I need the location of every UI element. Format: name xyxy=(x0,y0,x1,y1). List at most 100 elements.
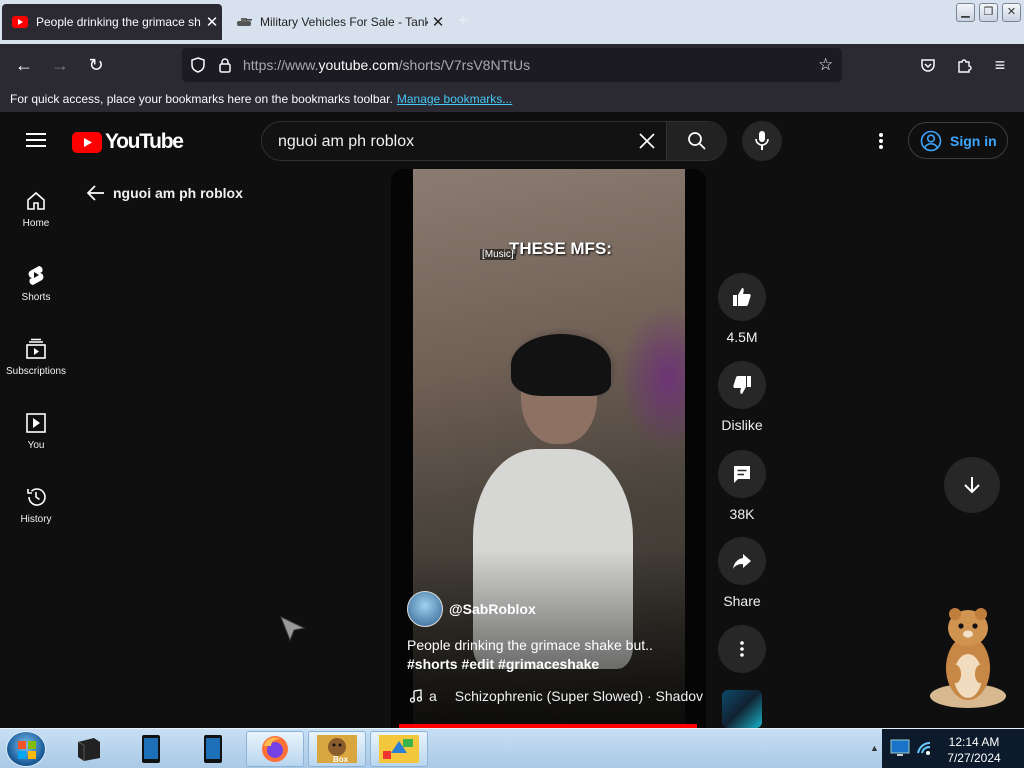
taskbar-firefox[interactable] xyxy=(246,731,304,767)
channel-name[interactable]: @SabRoblox xyxy=(449,601,536,617)
thumbs-up-icon xyxy=(733,288,751,306)
taskbar-tablet-icon[interactable] xyxy=(122,731,180,767)
hamburger-menu-icon[interactable] xyxy=(26,132,46,148)
menu-icon[interactable]: ≡ xyxy=(988,54,1012,76)
share-action[interactable]: Share xyxy=(718,537,766,609)
sidebar-item-you[interactable]: You xyxy=(0,400,72,464)
comment-icon xyxy=(734,466,750,483)
like-count: 4.5M xyxy=(726,329,758,345)
subscriptions-icon xyxy=(26,338,46,359)
sound-thumbnail[interactable] xyxy=(722,690,762,728)
music-title[interactable]: Schizophrenic (Super Slowed) · Shadov xyxy=(455,688,703,704)
sidebar-item-shorts[interactable]: Shorts xyxy=(0,252,72,316)
comments-action[interactable]: 38K xyxy=(718,450,766,522)
bookmarks-toolbar: For quick access, place your bookmarks h… xyxy=(0,86,1024,112)
taskbar-tablet-icon-2[interactable] xyxy=(184,731,242,767)
dislike-label: Dislike xyxy=(721,417,763,433)
window-close-button[interactable]: ✕ xyxy=(1002,3,1021,22)
share-button[interactable] xyxy=(718,537,766,585)
search-input[interactable]: nguoi am ph roblox xyxy=(278,133,414,151)
channel-row[interactable]: @SabRoblox xyxy=(407,591,536,627)
video-overlay-caption: THESE MFS: xyxy=(509,239,612,258)
tab-title: People drinking the grimace sh xyxy=(36,15,201,29)
short-title: People drinking the grimace shake but.. xyxy=(407,637,653,653)
manage-bookmarks-link[interactable]: Manage bookmarks... xyxy=(397,92,512,106)
history-icon xyxy=(27,488,46,506)
taskbar-computer-icon[interactable] xyxy=(60,731,118,767)
next-short-button[interactable] xyxy=(944,457,1000,513)
lock-icon[interactable] xyxy=(218,57,232,73)
music-note-icon xyxy=(409,689,423,703)
taskbar-box-app[interactable]: Box xyxy=(308,731,366,767)
youtube-logo[interactable]: YouTube xyxy=(72,130,184,154)
sidebar-item-home[interactable]: Home xyxy=(0,178,72,242)
dislike-button[interactable] xyxy=(718,361,766,409)
music-prefix: a xyxy=(429,688,437,704)
bookmarks-message: For quick access, place your bookmarks h… xyxy=(10,92,513,106)
pocket-icon[interactable] xyxy=(920,57,936,73)
network-icon[interactable] xyxy=(914,739,934,757)
sidebar-item-label: You xyxy=(27,440,45,451)
back-to-search[interactable]: nguoi am ph roblox xyxy=(86,184,243,202)
start-button[interactable] xyxy=(6,731,46,767)
extensions-icon[interactable] xyxy=(956,56,972,74)
browser-navigation-bar: ← → ↻ https://www.youtube.com/shorts/V7r… xyxy=(0,44,1024,86)
video-subtitle: [Music] xyxy=(480,249,516,260)
back-arrow-icon[interactable] xyxy=(86,184,106,202)
voice-search-button[interactable] xyxy=(742,121,782,161)
channel-avatar[interactable] xyxy=(407,591,443,627)
tray-expand-icon[interactable]: ▲ xyxy=(870,743,879,753)
clock[interactable]: 12:14 AM 7/27/2024 xyxy=(938,734,1010,766)
search-query-label: nguoi am ph roblox xyxy=(113,185,243,201)
clock-date: 7/27/2024 xyxy=(947,751,1001,765)
tab-youtube-short[interactable]: People drinking the grimace sh ✕ xyxy=(2,4,222,40)
search-button[interactable] xyxy=(667,122,727,160)
more-options-button[interactable] xyxy=(718,625,766,673)
browser-tab-strip: People drinking the grimace sh ✕ Militar… xyxy=(0,0,1024,44)
restore-button[interactable]: ❐ xyxy=(979,3,998,22)
search-box[interactable]: nguoi am ph roblox xyxy=(261,121,727,161)
youtube-play-icon xyxy=(72,131,102,153)
display-icon[interactable] xyxy=(890,739,910,757)
more-vertical-icon[interactable] xyxy=(878,132,884,150)
tablet-icon xyxy=(142,735,160,763)
new-tab-button[interactable]: + xyxy=(458,12,467,30)
close-tab-icon[interactable]: ✕ xyxy=(202,13,222,31)
like-action[interactable]: 4.5M xyxy=(718,273,766,345)
forward-arrow-icon[interactable]: → xyxy=(48,54,72,76)
bookmark-star-icon[interactable]: ☆ xyxy=(818,55,833,75)
tab-military-vehicles[interactable]: Military Vehicles For Sale - Tank ✕ xyxy=(226,4,448,40)
like-button[interactable] xyxy=(718,273,766,321)
mouse-cursor xyxy=(280,616,306,642)
share-icon xyxy=(733,554,751,569)
screen: People drinking the grimace sh ✕ Militar… xyxy=(0,0,1024,768)
url-text[interactable]: https://www.youtube.com/shorts/V7rsV8NTt… xyxy=(243,57,530,73)
shield-icon[interactable] xyxy=(190,57,206,73)
taskbar: Box ▲ 12:14 AM 7/27/2024 xyxy=(0,728,1024,768)
home-icon xyxy=(27,191,45,210)
sign-in-button[interactable]: Sign in xyxy=(908,122,1008,159)
sidebar-item-label: Home xyxy=(22,218,50,229)
short-hashtags[interactable]: #shorts #edit #grimaceshake xyxy=(407,656,599,672)
dislike-action[interactable]: Dislike xyxy=(718,361,766,433)
clear-search-icon[interactable] xyxy=(638,132,656,150)
minimize-button[interactable]: ▁ xyxy=(956,3,975,22)
shorts-player[interactable]: THESE MFS: [Music] @SabRoblox People dri… xyxy=(391,169,706,728)
taskbar-game-app[interactable] xyxy=(370,731,428,767)
windows-logo-icon xyxy=(18,741,36,759)
sidebar-item-subscriptions[interactable]: Subscriptions xyxy=(0,326,72,390)
url-bar[interactable]: https://www.youtube.com/shorts/V7rsV8NTt… xyxy=(182,48,842,82)
computer-icon xyxy=(77,738,100,761)
sidebar-item-history[interactable]: History xyxy=(0,474,72,538)
more-vertical-icon xyxy=(740,641,744,657)
thumbs-down-icon xyxy=(733,376,751,394)
more-action[interactable] xyxy=(718,625,766,673)
comments-button[interactable] xyxy=(718,450,766,498)
reload-icon[interactable]: ↻ xyxy=(84,54,108,76)
music-row[interactable]: a Schizophrenic (Super Slowed) · Shadov xyxy=(409,688,703,704)
clock-time: 12:14 AM xyxy=(948,735,1000,749)
close-tab-icon[interactable]: ✕ xyxy=(428,13,448,31)
back-arrow-icon[interactable]: ← xyxy=(12,54,36,76)
hamster-desktop-pet[interactable] xyxy=(922,604,1014,712)
system-tray: 12:14 AM 7/27/2024 xyxy=(882,729,1024,768)
